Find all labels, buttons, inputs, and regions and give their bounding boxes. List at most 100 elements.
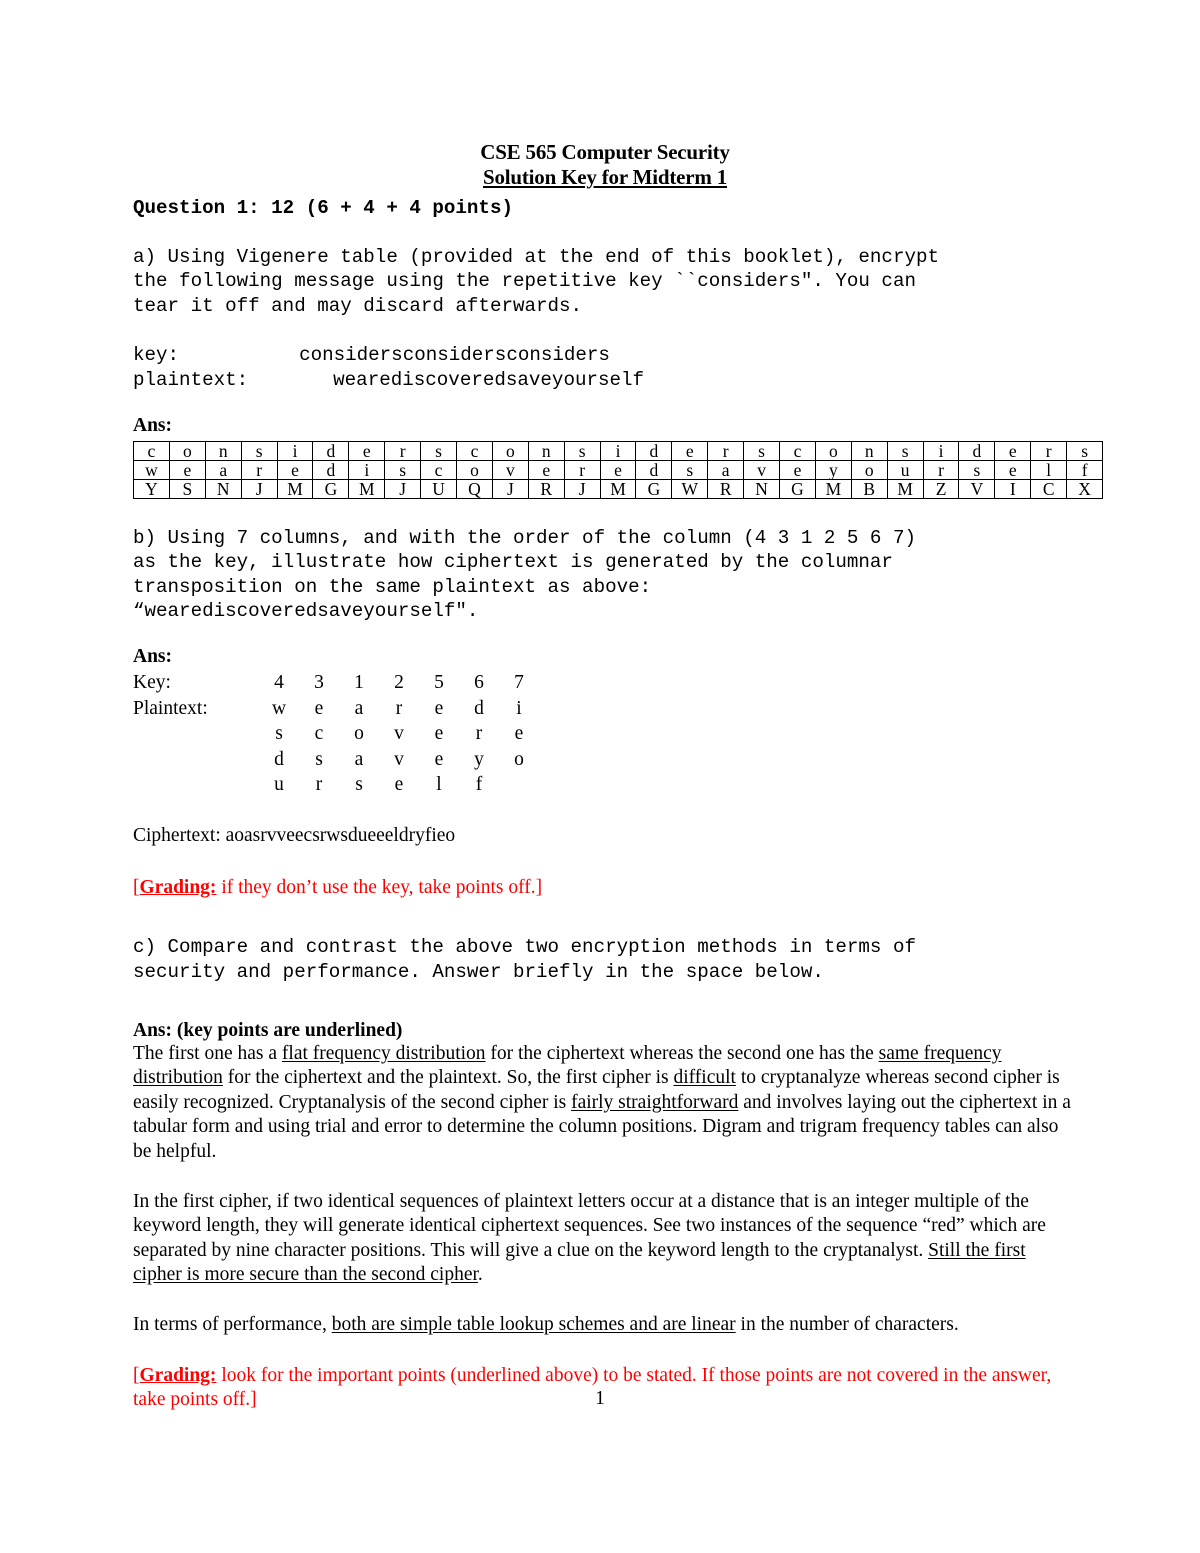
vigenere-cipher-table: considersconsidersconsiders wearediscove… bbox=[133, 440, 1104, 499]
p1-seg1: The first one has a bbox=[133, 1042, 282, 1064]
cell-plain: v bbox=[491, 459, 529, 480]
cell-cipher: M bbox=[886, 478, 924, 499]
p2-seg2: . bbox=[477, 1264, 483, 1286]
grid-letter-cell: r bbox=[475, 723, 483, 745]
grid-letter-cell: r bbox=[395, 697, 403, 719]
cell-plain: a bbox=[204, 459, 242, 480]
cell-plain: d bbox=[312, 459, 350, 480]
cell-cipher: X bbox=[1066, 478, 1104, 499]
grid-plaintext-row: scovere bbox=[133, 721, 1077, 747]
part-b-prompt: b) Using 7 columns, and with the order o… bbox=[133, 526, 916, 623]
cell-plain: s bbox=[958, 459, 996, 480]
cell-key: s bbox=[563, 440, 601, 461]
cell-cipher: J bbox=[563, 478, 601, 499]
cell-key: n bbox=[204, 440, 242, 461]
cell-cipher: J bbox=[491, 478, 529, 499]
cell-key: c bbox=[456, 440, 493, 461]
grid-key-cell: 3 bbox=[314, 671, 324, 693]
grid-letter-cell: s bbox=[355, 774, 363, 796]
grid-letter-cell: s bbox=[315, 748, 323, 770]
cell-key: c bbox=[779, 440, 816, 461]
p3-seg1: In terms of performance, bbox=[133, 1313, 332, 1335]
cell-key: d bbox=[312, 440, 350, 461]
table-row-ciphertext: YSNJMGMJUQJRJMGWRNGMBMZVICX bbox=[133, 478, 1104, 499]
cell-key: s bbox=[240, 440, 278, 461]
key-label: key: bbox=[133, 344, 180, 367]
plaintext-value: wearediscoveredsaveyourself bbox=[333, 368, 645, 391]
cell-plain: e bbox=[527, 459, 565, 480]
cell-plain: f bbox=[1066, 459, 1104, 480]
grid-letter-cell: u bbox=[274, 774, 284, 796]
cell-cipher: Q bbox=[456, 478, 493, 499]
grid-plaintext-label: Plaintext: bbox=[133, 697, 208, 719]
cell-cipher: M bbox=[814, 478, 852, 499]
part-b-ciphertext: Ciphertext: aoasrvveecsrwsdueeeldryfieo bbox=[133, 824, 1077, 848]
key-point-3: difficult bbox=[673, 1067, 736, 1089]
grid-letter-cell: w bbox=[271, 697, 287, 719]
cell-key: o bbox=[168, 440, 206, 461]
cell-key: e bbox=[671, 440, 709, 461]
cell-key: i bbox=[599, 440, 637, 461]
grid-letter-cell: l bbox=[436, 774, 442, 796]
cell-key: d bbox=[635, 440, 673, 461]
cell-plain: i bbox=[348, 459, 386, 480]
grid-letter-cell: a bbox=[354, 748, 364, 770]
cell-plain: e bbox=[276, 459, 314, 480]
cell-key: o bbox=[491, 440, 529, 461]
cell-plain: c bbox=[420, 459, 458, 480]
cell-key: o bbox=[814, 440, 852, 461]
grid-letter-cell: i bbox=[516, 697, 522, 719]
cell-key: n bbox=[850, 440, 888, 461]
grid-letter-cell: e bbox=[514, 723, 524, 745]
cell-key: s bbox=[420, 440, 458, 461]
question-heading: Question 1: 12 (6 + 4 + 4 points) bbox=[133, 197, 513, 219]
grid-letter-cell bbox=[499, 772, 539, 798]
document-page: CSE 565 Computer Security Solution Key f… bbox=[0, 0, 1200, 1553]
plaintext-label: plaintext: bbox=[133, 368, 249, 391]
grid-letter-cell: o bbox=[514, 748, 524, 770]
ciphertext-label: Ciphertext: bbox=[133, 824, 221, 846]
cell-plain: l bbox=[1030, 459, 1068, 480]
cell-cipher: B bbox=[850, 478, 888, 499]
cell-cipher: W bbox=[671, 478, 709, 499]
table-row-key: considersconsidersconsiders bbox=[133, 440, 1104, 461]
grid-letter-cell: c bbox=[314, 723, 324, 745]
cell-plain: w bbox=[133, 459, 170, 480]
cell-plain: e bbox=[779, 459, 816, 480]
grid-letter-cell: f bbox=[475, 774, 483, 796]
grid-letter-cell: v bbox=[394, 723, 404, 745]
cell-key: e bbox=[348, 440, 386, 461]
cell-cipher: M bbox=[276, 478, 314, 499]
grid-letter-cell: e bbox=[434, 697, 444, 719]
cell-cipher: J bbox=[384, 478, 422, 499]
grid-key-label: Key: bbox=[133, 671, 171, 693]
part-b-ans-label: Ans: bbox=[133, 645, 173, 667]
grid-plaintext-row: Plaintext: w e a r e d i bbox=[133, 696, 1077, 722]
grid-plaintext-row: urself bbox=[133, 772, 1077, 798]
cell-cipher: M bbox=[599, 478, 637, 499]
cell-plain: e bbox=[168, 459, 206, 480]
key-point-4: fairly straightforward bbox=[571, 1091, 739, 1113]
grid-letter-cell: v bbox=[394, 748, 404, 770]
cell-cipher: J bbox=[240, 478, 278, 499]
cell-key: n bbox=[527, 440, 565, 461]
grid-row-spacer bbox=[133, 772, 259, 798]
columnar-transposition-grid: Key: 4 3 1 2 5 6 7 Plaintext: w e a r e d i scovere ds… bbox=[133, 670, 1077, 798]
answer-paragraph-1: The first one has a flat frequency distr… bbox=[133, 1042, 1077, 1165]
cell-cipher: Z bbox=[922, 478, 960, 499]
cell-plain: r bbox=[922, 459, 960, 480]
grid-letter-cell: o bbox=[354, 723, 364, 745]
grid-key-cell: 2 bbox=[394, 671, 404, 693]
cell-plain: r bbox=[240, 459, 278, 480]
p1-seg3: for the ciphertext and the plaintext. So… bbox=[222, 1067, 674, 1089]
cell-key: r bbox=[384, 440, 422, 461]
cell-cipher: M bbox=[348, 478, 386, 499]
grid-key-cell: 5 bbox=[434, 671, 444, 693]
cell-plain: d bbox=[635, 459, 673, 480]
document-content: CSE 565 Computer Security Solution Key f… bbox=[133, 140, 1104, 1413]
cell-plain: e bbox=[994, 459, 1032, 480]
part-c-prompt: c) Compare and contrast the above two en… bbox=[133, 936, 916, 983]
grid-key-cell: 6 bbox=[474, 671, 484, 693]
cell-plain: e bbox=[599, 459, 637, 480]
grading-body: if they don’t use the key, take points o… bbox=[216, 876, 543, 898]
